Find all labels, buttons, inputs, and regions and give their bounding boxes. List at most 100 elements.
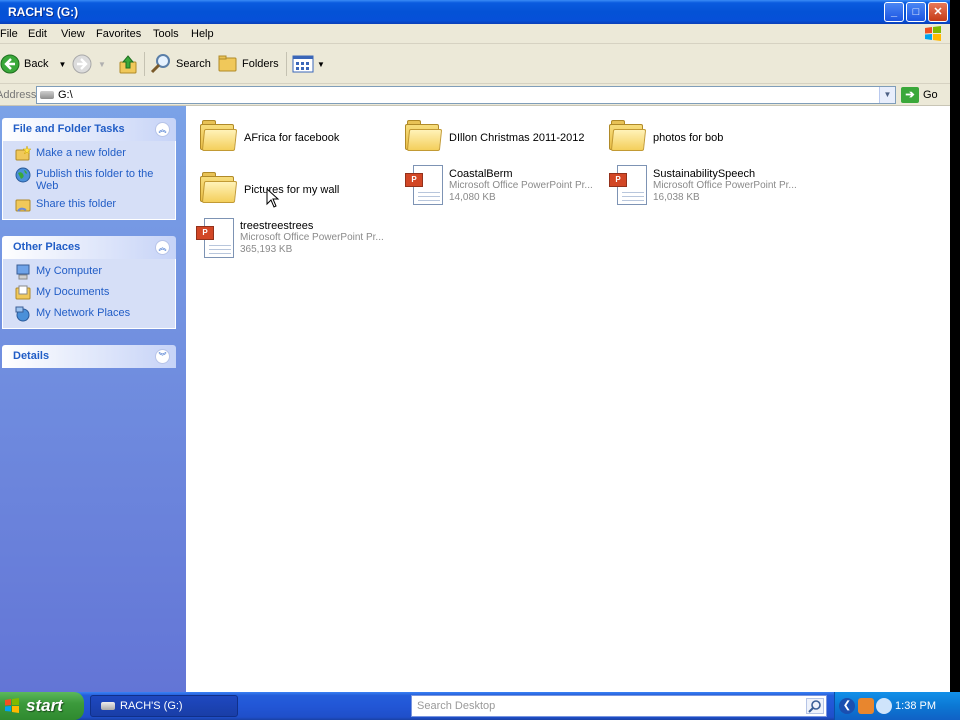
folders-icon bbox=[218, 55, 237, 72]
search-icon bbox=[808, 700, 821, 713]
explorer-window: RACH'S (G:) _ □ ✕ File Edit View Favorit… bbox=[0, 0, 950, 692]
go-button[interactable]: ➔ Go bbox=[901, 86, 938, 104]
up-folder-icon bbox=[119, 55, 137, 74]
file-folder-tasks-panel: File and Folder Tasks ︽ Make a new folde… bbox=[2, 118, 176, 220]
my-documents-link[interactable]: My Documents bbox=[15, 285, 167, 301]
item-size: 365,193 KB bbox=[240, 244, 293, 255]
window-title: RACH'S (G:) bbox=[8, 5, 79, 19]
panel-title: Details bbox=[13, 350, 50, 362]
taskbar-window-label: RACH'S (G:) bbox=[120, 700, 183, 712]
folder-icon bbox=[405, 120, 443, 151]
desktop-search-input[interactable]: Search Desktop bbox=[411, 695, 827, 717]
folder-item[interactable]: AFrica for facebook bbox=[190, 114, 390, 162]
taskbar: start RACH'S (G:) Search Desktop ❮ 1:38 … bbox=[0, 692, 960, 720]
item-name: CoastalBerm bbox=[449, 168, 513, 180]
item-type: Microsoft Office PowerPoint Pr... bbox=[653, 180, 797, 191]
my-network-places-link[interactable]: My Network Places bbox=[15, 306, 167, 322]
powerpoint-file-icon: P bbox=[196, 218, 236, 260]
taskbar-window-button[interactable]: RACH'S (G:) bbox=[90, 695, 238, 717]
start-label: start bbox=[26, 696, 63, 715]
address-value[interactable]: G:\ bbox=[58, 89, 73, 101]
share-folder-icon bbox=[15, 199, 31, 212]
other-places-panel: Other Places ︽ My Computer My Documents … bbox=[2, 236, 176, 329]
windows-logo-icon bbox=[925, 26, 941, 41]
back-button[interactable]: Back ▼ bbox=[0, 52, 66, 76]
menu-bar: File Edit View Favorites Tools Help bbox=[0, 24, 950, 44]
file-item[interactable]: P SustainabilitySpeech Microsoft Office … bbox=[599, 162, 799, 210]
go-label: Go bbox=[923, 89, 938, 101]
publish-to-web-link[interactable]: Publish this folder to the Web bbox=[15, 167, 167, 192]
item-name: treestreestrees bbox=[240, 220, 314, 232]
mouse-pointer-icon bbox=[266, 188, 280, 208]
menu-tools[interactable]: Tools bbox=[153, 28, 179, 40]
item-name: AFrica for facebook bbox=[244, 132, 340, 144]
clock: 1:38 PM bbox=[895, 700, 936, 712]
collapse-chevron-icon[interactable]: ︽ bbox=[155, 240, 170, 255]
back-dropdown-icon[interactable]: ▼ bbox=[58, 60, 66, 69]
link-label: My Network Places bbox=[36, 307, 131, 319]
my-computer-link[interactable]: My Computer bbox=[15, 264, 167, 280]
address-dropdown-icon[interactable]: ▼ bbox=[879, 87, 895, 103]
close-button[interactable]: ✕ bbox=[928, 2, 948, 22]
address-field[interactable]: G:\ ▼ bbox=[36, 86, 896, 104]
item-name: Pictures for my wall bbox=[244, 184, 340, 196]
link-label: Make a new folder bbox=[36, 147, 126, 159]
maximize-button[interactable]: □ bbox=[906, 2, 926, 22]
address-label: Address bbox=[0, 89, 37, 101]
minimize-button[interactable]: _ bbox=[884, 2, 904, 22]
views-grid-icon bbox=[292, 55, 314, 73]
search-button[interactable]: Search bbox=[150, 52, 211, 76]
collapse-chevron-icon[interactable]: ︽ bbox=[155, 122, 170, 137]
views-dropdown-icon[interactable]: ▼ bbox=[317, 60, 325, 69]
panel-header[interactable]: File and Folder Tasks ︽ bbox=[2, 118, 176, 141]
menu-file[interactable]: File bbox=[0, 28, 18, 40]
new-folder-icon bbox=[15, 146, 31, 161]
link-label: Publish this folder to the Web bbox=[36, 168, 154, 192]
menu-edit[interactable]: Edit bbox=[28, 28, 47, 40]
views-button[interactable]: ▼ bbox=[292, 52, 325, 76]
share-folder-link[interactable]: Share this folder bbox=[15, 198, 167, 213]
panel-header[interactable]: Details ︾ bbox=[2, 345, 176, 368]
folder-icon bbox=[200, 120, 238, 151]
forward-dropdown-icon[interactable]: ▼ bbox=[98, 60, 106, 69]
show-hidden-icons-button[interactable]: ❮ bbox=[839, 698, 855, 714]
make-new-folder-link[interactable]: Make a new folder bbox=[15, 146, 167, 162]
forward-arrow-icon bbox=[72, 54, 92, 74]
item-name: SustainabilitySpeech bbox=[653, 168, 756, 180]
menu-help[interactable]: Help bbox=[191, 28, 214, 40]
menu-favorites[interactable]: Favorites bbox=[96, 28, 141, 40]
folders-button[interactable]: Folders bbox=[218, 52, 279, 76]
powerpoint-file-icon: P bbox=[609, 165, 649, 207]
network-status-icon[interactable] bbox=[876, 698, 892, 714]
menu-view[interactable]: View bbox=[61, 28, 85, 40]
start-button[interactable]: start bbox=[0, 692, 84, 720]
folders-label: Folders bbox=[242, 58, 279, 70]
folder-item[interactable]: photos for bob bbox=[599, 114, 799, 162]
file-item[interactable]: P CoastalBerm Microsoft Office PowerPoin… bbox=[395, 162, 595, 210]
file-list: AFrica for facebook DIllon Christmas 201… bbox=[186, 106, 950, 692]
panel-title: Other Places bbox=[13, 241, 81, 253]
panel-header[interactable]: Other Places ︽ bbox=[2, 236, 176, 259]
network-icon bbox=[15, 306, 30, 322]
drive-icon bbox=[40, 91, 54, 99]
documents-icon bbox=[15, 285, 31, 300]
toolbar: Back ▼ ▼ Search Folders ▼ bbox=[0, 44, 950, 84]
back-arrow-icon bbox=[0, 54, 20, 74]
details-panel: Details ︾ bbox=[2, 345, 176, 368]
search-go-button[interactable] bbox=[806, 698, 824, 714]
file-item[interactable]: P treestreestrees Microsoft Office Power… bbox=[186, 215, 386, 263]
folder-item[interactable]: DIllon Christmas 2011-2012 bbox=[395, 114, 595, 162]
panel-body: Make a new folder Publish this folder to… bbox=[2, 141, 176, 220]
address-bar: Address G:\ ▼ ➔ Go bbox=[0, 84, 950, 106]
expand-chevron-icon[interactable]: ︾ bbox=[155, 349, 170, 364]
title-bar[interactable]: RACH'S (G:) _ □ ✕ bbox=[0, 0, 950, 24]
system-tray: ❮ 1:38 PM bbox=[834, 692, 960, 720]
item-type: Microsoft Office PowerPoint Pr... bbox=[449, 180, 593, 191]
tray-app-icon[interactable] bbox=[858, 698, 874, 714]
folder-item[interactable]: Pictures for my wall bbox=[190, 166, 390, 214]
forward-button[interactable]: ▼ bbox=[72, 52, 106, 76]
link-label: My Documents bbox=[36, 286, 110, 298]
computer-icon bbox=[16, 264, 30, 280]
screen-edge bbox=[950, 0, 960, 692]
up-folder-button[interactable] bbox=[118, 52, 138, 76]
